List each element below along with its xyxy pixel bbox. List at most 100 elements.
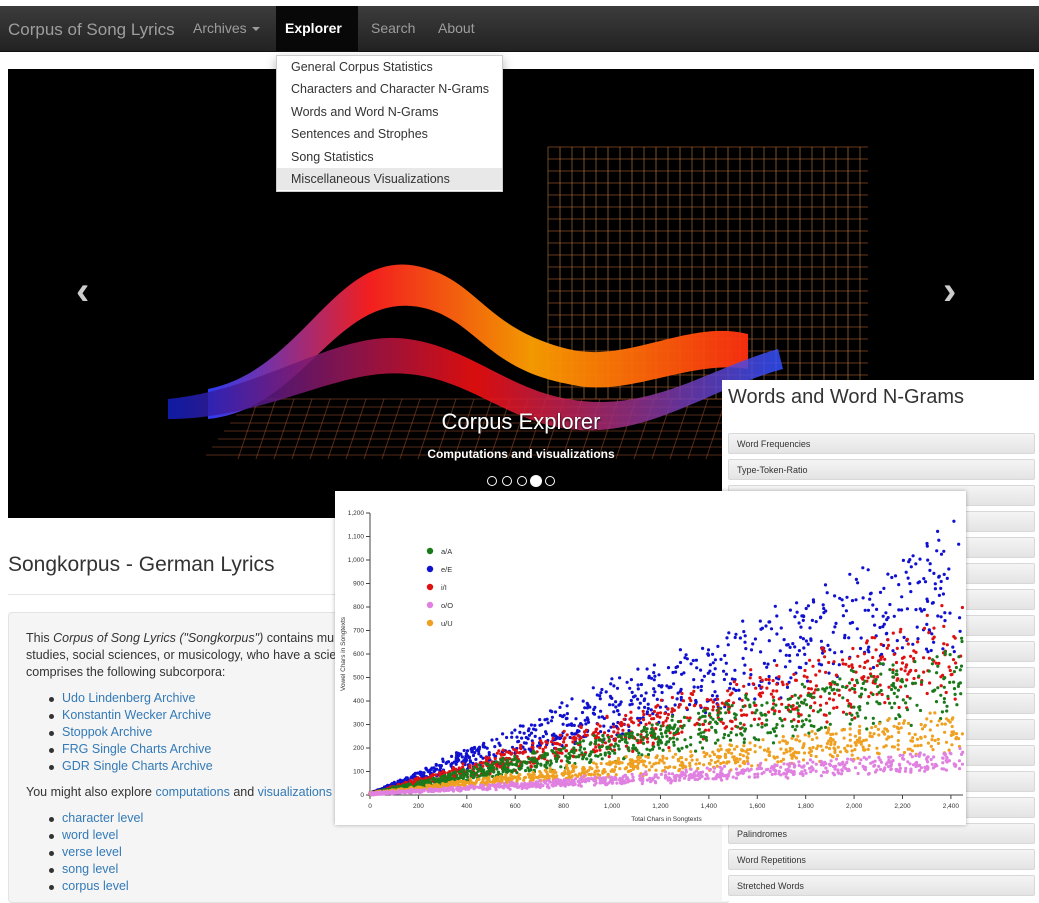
scatter-point xyxy=(724,711,728,715)
scatter-point xyxy=(886,694,890,698)
nav-search[interactable]: Search xyxy=(362,6,424,51)
scatter-point xyxy=(808,706,813,710)
level-link[interactable]: word level xyxy=(48,827,143,844)
x-tick-label: 2,400 xyxy=(943,803,960,810)
scatter-point xyxy=(714,777,718,781)
scatter-point xyxy=(702,674,706,678)
menu-item-sentences[interactable]: Sentences and Strophes xyxy=(277,123,502,145)
scatter-point xyxy=(626,723,630,727)
level-link[interactable]: character level xyxy=(48,810,143,827)
panel-item-stretched-words[interactable]: Stretched Words xyxy=(728,875,1035,896)
scatter-point xyxy=(638,701,642,705)
scatter-point xyxy=(848,572,852,576)
menu-item-general-corpus-statistics[interactable]: General Corpus Statistics xyxy=(277,56,502,78)
menu-item-song-statistics[interactable]: Song Statistics xyxy=(277,146,502,168)
scatter-point xyxy=(731,775,735,779)
scatter-point xyxy=(797,760,801,764)
scatter-point xyxy=(799,700,804,704)
panel-item-type-token-ratio[interactable]: Type-Token-Ratio xyxy=(728,459,1035,480)
menu-item-characters[interactable]: Characters and Character N-Grams xyxy=(277,78,502,100)
scatter-point xyxy=(794,738,798,742)
scatter-point xyxy=(601,734,605,738)
scatter-point xyxy=(819,726,823,730)
nav-archives[interactable]: Archives xyxy=(184,6,269,51)
scatter-point xyxy=(753,750,757,754)
scatter-point xyxy=(811,760,815,764)
scatter-point xyxy=(788,608,792,612)
scatter-point xyxy=(711,708,715,712)
scatter-point xyxy=(858,664,862,668)
scatter-point xyxy=(674,665,678,670)
visualizations-link[interactable]: visualizations xyxy=(258,785,332,799)
level-link[interactable]: verse level xyxy=(48,844,143,861)
carousel-indicator[interactable] xyxy=(502,476,512,486)
scatter-point xyxy=(505,760,509,764)
level-link[interactable]: song level xyxy=(48,861,143,878)
scatter-point xyxy=(877,764,881,768)
scatter-point xyxy=(629,698,633,703)
scatter-point xyxy=(739,732,743,736)
scatter-point xyxy=(901,558,906,562)
scatter-point xyxy=(848,722,852,726)
scatter-point xyxy=(716,703,720,707)
scatter-point xyxy=(869,674,874,678)
scatter-point xyxy=(482,741,486,745)
scatter-point xyxy=(719,771,723,775)
scatter-point xyxy=(644,735,648,739)
carousel-indicator[interactable] xyxy=(545,476,555,486)
scatter-point xyxy=(841,696,845,700)
scatter-point xyxy=(814,673,818,677)
scatter-point xyxy=(658,705,662,709)
legend-label: o/O xyxy=(441,601,453,610)
level-link[interactable]: corpus level xyxy=(48,878,143,895)
computations-link[interactable]: computations xyxy=(155,785,229,799)
scatter-point xyxy=(670,695,674,700)
menu-item-miscellaneous[interactable]: Miscellaneous Visualizations xyxy=(277,167,502,191)
panel-item-word-frequencies[interactable]: Word Frequencies xyxy=(728,433,1035,454)
carousel-indicator[interactable] xyxy=(487,476,497,486)
scatter-point xyxy=(748,747,752,752)
scatter-point xyxy=(658,728,663,732)
panel-item-word-repetitions[interactable]: Word Repetitions xyxy=(728,849,1035,870)
subcorpus-link[interactable]: Udo Lindenberg Archive xyxy=(49,690,213,707)
carousel-indicator[interactable] xyxy=(517,476,527,486)
scatter-point xyxy=(441,757,445,761)
scatter-point xyxy=(803,668,807,673)
scatter-point xyxy=(728,682,732,686)
scatter-point xyxy=(631,749,635,753)
scatter-point xyxy=(625,680,629,684)
carousel-prev-icon[interactable]: ‹ xyxy=(76,269,89,314)
carousel-next-icon[interactable]: › xyxy=(943,269,956,314)
scatter-point xyxy=(709,698,713,702)
scatter-point xyxy=(649,731,653,735)
scatter-point xyxy=(912,649,916,653)
scatter-point xyxy=(531,773,535,777)
subcorpus-link[interactable]: Stoppok Archive xyxy=(49,724,213,741)
scatter-point xyxy=(743,768,747,773)
scatter-point xyxy=(871,614,875,618)
subcorpus-link[interactable]: Konstantin Wecker Archive xyxy=(49,707,213,724)
subcorpus-link[interactable]: FRG Single Charts Archive xyxy=(49,741,213,758)
nav-about[interactable]: About xyxy=(429,6,484,51)
subcorpus-link[interactable]: GDR Single Charts Archive xyxy=(49,758,213,775)
nav-explorer[interactable]: Explorer xyxy=(276,6,358,77)
scatter-point xyxy=(906,672,910,676)
scatter-point xyxy=(484,773,488,777)
y-axis-label: Vowel Chars in Songtexts xyxy=(340,616,347,691)
scatter-point xyxy=(750,764,754,768)
scatter-point xyxy=(436,783,440,787)
scatter-point xyxy=(614,700,618,704)
scatter-point xyxy=(609,778,613,782)
scatter-point xyxy=(600,776,605,780)
scatter-point xyxy=(901,698,905,702)
brand-link[interactable]: Corpus of Song Lyrics xyxy=(8,20,175,40)
scatter-point xyxy=(833,651,837,655)
menu-item-words[interactable]: Words and Word N-Grams xyxy=(277,101,502,123)
divider xyxy=(8,594,368,595)
scatter-point xyxy=(856,714,860,718)
panel-item-palindromes[interactable]: Palindromes xyxy=(728,823,1035,844)
carousel-indicator-active[interactable] xyxy=(530,475,542,487)
scatter-point xyxy=(684,653,688,657)
scatter-point xyxy=(653,735,657,739)
scatter-point xyxy=(617,712,621,717)
